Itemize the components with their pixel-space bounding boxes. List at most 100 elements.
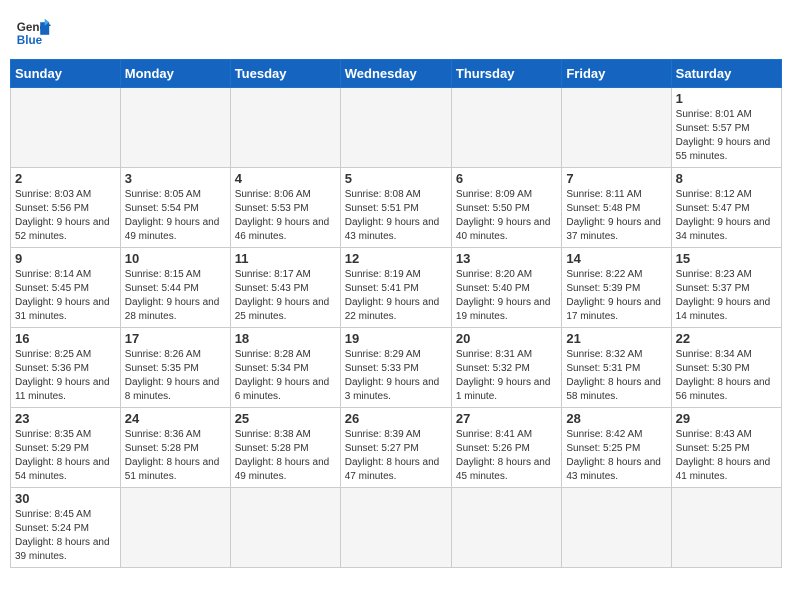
calendar-cell: 28 Sunrise: 8:42 AM Sunset: 5:25 PM Dayli… bbox=[562, 408, 671, 488]
calendar-cell: 7Sunrise: 8:11 AM Sunset: 5:48 PM Daylig… bbox=[562, 168, 671, 248]
week-row-4: 16 Sunrise: 8:25 AM Sunset: 5:36 PM Dayli… bbox=[11, 328, 782, 408]
day-info: Sunrise: 8:25 AM Sunset: 5:36 PM Dayligh… bbox=[15, 348, 116, 404]
calendar-cell: 12 Sunrise: 8:19 AM Sunset: 5:41 PM Dayli… bbox=[340, 248, 451, 328]
header: General Blue bbox=[10, 10, 782, 51]
day-number: 28 bbox=[566, 411, 666, 426]
day-info: Sunrise: 8:22 AM Sunset: 5:39 PM Dayligh… bbox=[566, 268, 666, 324]
day-info: Sunrise: 8:19 AM Sunset: 5:41 PM Dayligh… bbox=[345, 268, 447, 324]
day-number: 3 bbox=[125, 171, 226, 186]
calendar-cell bbox=[562, 488, 671, 568]
day-info: Sunrise: 8:35 AM Sunset: 5:29 PM Dayligh… bbox=[15, 428, 116, 484]
week-row-5: 23 Sunrise: 8:35 AM Sunset: 5:29 PM Dayli… bbox=[11, 408, 782, 488]
day-number: 10 bbox=[125, 251, 226, 266]
calendar-cell bbox=[230, 488, 340, 568]
day-info: Sunrise: 8:34 AM Sunset: 5:30 PM Dayligh… bbox=[676, 348, 777, 404]
day-number: 30 bbox=[15, 491, 116, 506]
day-number: 18 bbox=[235, 331, 336, 346]
day-number: 24 bbox=[125, 411, 226, 426]
day-info: Sunrise: 8:42 AM Sunset: 5:25 PM Dayligh… bbox=[566, 428, 666, 484]
calendar-cell: 19Sunrise: 8:29 AM Sunset: 5:33 PM Dayli… bbox=[340, 328, 451, 408]
calendar-cell: 20 Sunrise: 8:31 AM Sunset: 5:32 PM Dayli… bbox=[451, 328, 561, 408]
calendar-cell bbox=[451, 88, 561, 168]
calendar-cell bbox=[562, 88, 671, 168]
week-row-1: 1 Sunrise: 8:01 AM Sunset: 5:57 PM Daylig… bbox=[11, 88, 782, 168]
day-number: 25 bbox=[235, 411, 336, 426]
day-info: Sunrise: 8:45 AM Sunset: 5:24 PM Dayligh… bbox=[15, 508, 116, 564]
calendar-cell: 27 Sunrise: 8:41 AM Sunset: 5:26 PM Dayli… bbox=[451, 408, 561, 488]
day-info: Sunrise: 8:41 AM Sunset: 5:26 PM Dayligh… bbox=[456, 428, 557, 484]
day-info: Sunrise: 8:14 AM Sunset: 5:45 PM Dayligh… bbox=[15, 268, 116, 324]
day-number: 22 bbox=[676, 331, 777, 346]
weekday-header-row: SundayMondayTuesdayWednesdayThursdayFrid… bbox=[11, 60, 782, 88]
calendar-cell: 18Sunrise: 8:28 AM Sunset: 5:34 PM Dayli… bbox=[230, 328, 340, 408]
calendar-cell: 2Sunrise: 8:03 AM Sunset: 5:56 PM Daylig… bbox=[11, 168, 121, 248]
weekday-tuesday: Tuesday bbox=[230, 60, 340, 88]
day-info: Sunrise: 8:05 AM Sunset: 5:54 PM Dayligh… bbox=[125, 188, 226, 244]
svg-text:Blue: Blue bbox=[17, 34, 43, 47]
day-number: 15 bbox=[676, 251, 777, 266]
day-number: 26 bbox=[345, 411, 447, 426]
calendar-cell bbox=[340, 488, 451, 568]
calendar-cell: 16 Sunrise: 8:25 AM Sunset: 5:36 PM Dayli… bbox=[11, 328, 121, 408]
day-info: Sunrise: 8:12 AM Sunset: 5:47 PM Dayligh… bbox=[676, 188, 777, 244]
day-info: Sunrise: 8:17 AM Sunset: 5:43 PM Dayligh… bbox=[235, 268, 336, 324]
day-info: Sunrise: 8:09 AM Sunset: 5:50 PM Dayligh… bbox=[456, 188, 557, 244]
day-info: Sunrise: 8:23 AM Sunset: 5:37 PM Dayligh… bbox=[676, 268, 777, 324]
day-number: 4 bbox=[235, 171, 336, 186]
week-row-3: 9 Sunrise: 8:14 AM Sunset: 5:45 PM Daylig… bbox=[11, 248, 782, 328]
day-number: 19 bbox=[345, 331, 447, 346]
calendar-cell bbox=[120, 88, 230, 168]
calendar-cell: 1 Sunrise: 8:01 AM Sunset: 5:57 PM Daylig… bbox=[671, 88, 781, 168]
weekday-wednesday: Wednesday bbox=[340, 60, 451, 88]
calendar-cell: 21 Sunrise: 8:32 AM Sunset: 5:31 PM Dayli… bbox=[562, 328, 671, 408]
calendar-cell: 26 Sunrise: 8:39 AM Sunset: 5:27 PM Dayli… bbox=[340, 408, 451, 488]
calendar-cell: 6Sunrise: 8:09 AM Sunset: 5:50 PM Daylig… bbox=[451, 168, 561, 248]
calendar-cell: 24Sunrise: 8:36 AM Sunset: 5:28 PM Dayli… bbox=[120, 408, 230, 488]
day-number: 29 bbox=[676, 411, 777, 426]
day-number: 27 bbox=[456, 411, 557, 426]
calendar: SundayMondayTuesdayWednesdayThursdayFrid… bbox=[10, 59, 782, 568]
day-info: Sunrise: 8:32 AM Sunset: 5:31 PM Dayligh… bbox=[566, 348, 666, 404]
calendar-cell bbox=[11, 88, 121, 168]
day-info: Sunrise: 8:06 AM Sunset: 5:53 PM Dayligh… bbox=[235, 188, 336, 244]
calendar-cell: 10Sunrise: 8:15 AM Sunset: 5:44 PM Dayli… bbox=[120, 248, 230, 328]
day-info: Sunrise: 8:11 AM Sunset: 5:48 PM Dayligh… bbox=[566, 188, 666, 244]
calendar-cell: 29Sunrise: 8:43 AM Sunset: 5:25 PM Dayli… bbox=[671, 408, 781, 488]
day-info: Sunrise: 8:20 AM Sunset: 5:40 PM Dayligh… bbox=[456, 268, 557, 324]
day-number: 23 bbox=[15, 411, 116, 426]
day-number: 16 bbox=[15, 331, 116, 346]
day-number: 14 bbox=[566, 251, 666, 266]
calendar-cell: 8Sunrise: 8:12 AM Sunset: 5:47 PM Daylig… bbox=[671, 168, 781, 248]
day-info: Sunrise: 8:01 AM Sunset: 5:57 PM Dayligh… bbox=[676, 108, 777, 164]
weekday-friday: Friday bbox=[562, 60, 671, 88]
calendar-cell: 25 Sunrise: 8:38 AM Sunset: 5:28 PM Dayli… bbox=[230, 408, 340, 488]
calendar-cell bbox=[120, 488, 230, 568]
calendar-cell: 15 Sunrise: 8:23 AM Sunset: 5:37 PM Dayli… bbox=[671, 248, 781, 328]
day-number: 13 bbox=[456, 251, 557, 266]
logo: General Blue bbox=[15, 15, 51, 51]
calendar-cell: 3 Sunrise: 8:05 AM Sunset: 5:54 PM Daylig… bbox=[120, 168, 230, 248]
day-info: Sunrise: 8:03 AM Sunset: 5:56 PM Dayligh… bbox=[15, 188, 116, 244]
day-info: Sunrise: 8:26 AM Sunset: 5:35 PM Dayligh… bbox=[125, 348, 226, 404]
calendar-cell bbox=[340, 88, 451, 168]
logo-icon: General Blue bbox=[15, 15, 51, 51]
day-number: 21 bbox=[566, 331, 666, 346]
calendar-cell bbox=[671, 488, 781, 568]
weekday-saturday: Saturday bbox=[671, 60, 781, 88]
calendar-cell: 5Sunrise: 8:08 AM Sunset: 5:51 PM Daylig… bbox=[340, 168, 451, 248]
calendar-cell bbox=[451, 488, 561, 568]
calendar-cell: 14 Sunrise: 8:22 AM Sunset: 5:39 PM Dayli… bbox=[562, 248, 671, 328]
day-number: 17 bbox=[125, 331, 226, 346]
calendar-cell: 9 Sunrise: 8:14 AM Sunset: 5:45 PM Daylig… bbox=[11, 248, 121, 328]
calendar-cell: 23 Sunrise: 8:35 AM Sunset: 5:29 PM Dayli… bbox=[11, 408, 121, 488]
calendar-cell bbox=[230, 88, 340, 168]
day-number: 20 bbox=[456, 331, 557, 346]
day-number: 9 bbox=[15, 251, 116, 266]
day-number: 1 bbox=[676, 91, 777, 106]
day-number: 12 bbox=[345, 251, 447, 266]
calendar-cell: 30 Sunrise: 8:45 AM Sunset: 5:24 PM Dayli… bbox=[11, 488, 121, 568]
day-info: Sunrise: 8:39 AM Sunset: 5:27 PM Dayligh… bbox=[345, 428, 447, 484]
day-number: 11 bbox=[235, 251, 336, 266]
day-info: Sunrise: 8:31 AM Sunset: 5:32 PM Dayligh… bbox=[456, 348, 557, 404]
day-info: Sunrise: 8:38 AM Sunset: 5:28 PM Dayligh… bbox=[235, 428, 336, 484]
